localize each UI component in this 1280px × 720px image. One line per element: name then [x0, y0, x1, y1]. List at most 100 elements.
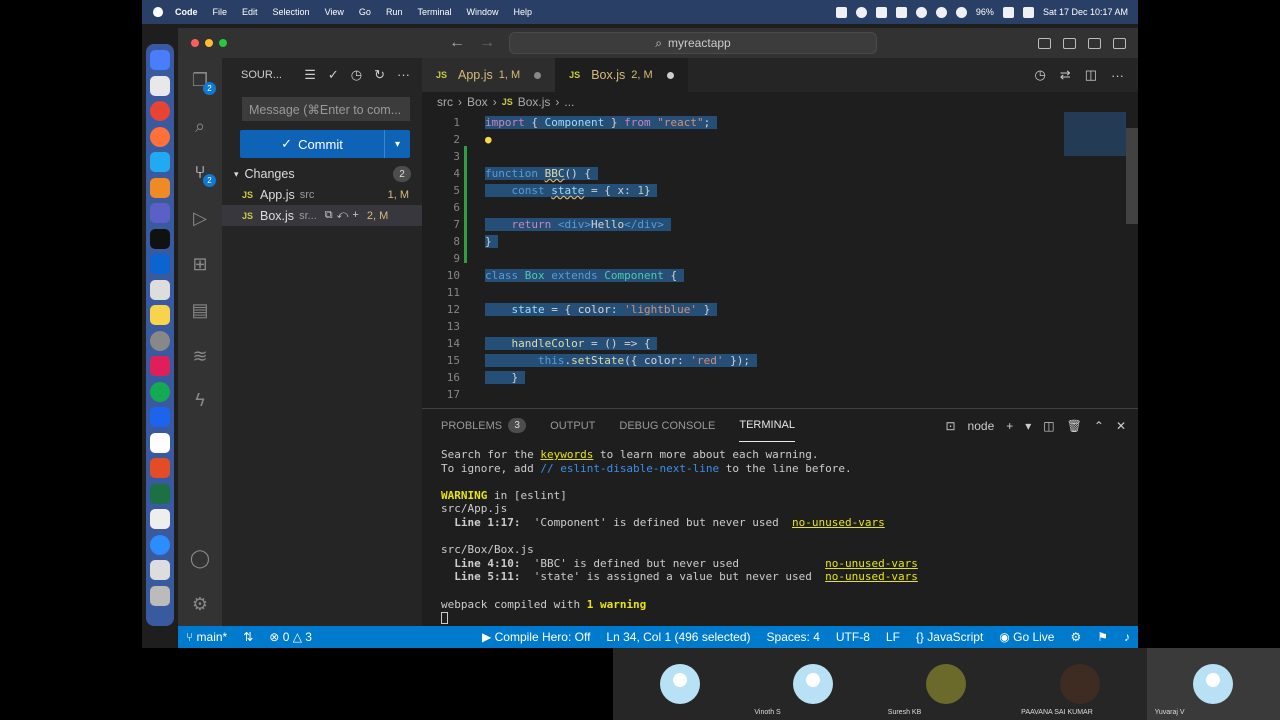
view-as-tree-icon[interactable]: ☰ [304, 67, 316, 83]
chrome-app-icon[interactable] [150, 101, 170, 121]
close-window-button[interactable] [191, 39, 199, 47]
changed-file-item[interactable]: JS App.js src 1, M [222, 184, 422, 205]
participant-tile[interactable]: Yuvaraj V [1146, 648, 1280, 720]
menu-file[interactable]: File [213, 7, 228, 17]
participant-tile[interactable]: Vinoth S [746, 648, 880, 720]
lightbulb-icon[interactable]: ● [485, 133, 492, 146]
more-actions-icon[interactable]: ··· [1111, 68, 1124, 83]
menu-selection[interactable]: Selection [273, 7, 310, 17]
editor-scrollbar[interactable] [1126, 128, 1138, 224]
tray-icon[interactable] [935, 6, 947, 18]
extensions-icon[interactable]: ⊞ [188, 252, 212, 276]
outlook-app-icon[interactable] [150, 254, 170, 274]
discard-icon[interactable]: ↶ [337, 209, 353, 221]
docker-app-icon[interactable] [150, 407, 170, 427]
new-terminal-plus-icon[interactable]: + [1006, 419, 1013, 433]
screenshot-app-icon[interactable] [150, 279, 170, 300]
tab-debug-console[interactable]: DEBUG CONSOLE [619, 409, 715, 442]
customize-layout-icon[interactable] [1113, 37, 1126, 49]
menu-help[interactable]: Help [513, 7, 532, 17]
split-terminal-icon[interactable]: ◫ [1043, 419, 1054, 433]
lightning-icon[interactable]: ϟ [188, 388, 212, 412]
tray-icon[interactable] [875, 6, 887, 18]
trash-icon[interactable]: 🗑 [1067, 419, 1082, 433]
history-icon[interactable]: ◷ [351, 67, 362, 83]
changes-section-header[interactable]: ▾ Changes 2 [222, 164, 422, 184]
source-control-icon[interactable]: ⑂ 2 [188, 160, 216, 187]
changed-file-item[interactable]: JS Box.js sr... ⧉↶+ 2, M [222, 205, 422, 226]
slack-app-icon[interactable] [150, 356, 170, 376]
commit-check-icon[interactable]: ✓ [328, 67, 339, 83]
compile-hero-status[interactable]: ▶ Compile Hero: Off [482, 630, 590, 644]
finder-app-icon[interactable] [150, 50, 170, 70]
run-debug-icon[interactable]: ▷ [188, 206, 212, 230]
cursor-position[interactable]: Ln 34, Col 1 (496 selected) [606, 630, 750, 644]
language-mode[interactable]: {} JavaScript [916, 630, 983, 644]
explorer-icon[interactable]: ❐ 2 [188, 68, 216, 95]
tab-app-js[interactable]: JS App.js 1, M [422, 58, 556, 92]
timeline-icon[interactable]: ◷ [1034, 67, 1045, 83]
menu-app-name[interactable]: Code [175, 7, 198, 17]
terminal-shell-name[interactable]: node [968, 419, 995, 433]
teams-app-icon[interactable] [150, 203, 170, 223]
notes-app-icon[interactable] [150, 305, 170, 325]
toggle-sidebar-icon[interactable] [1038, 37, 1051, 49]
maximize-panel-icon[interactable]: ⌃ [1094, 419, 1104, 433]
compare-icon[interactable]: ⇄ [1060, 67, 1071, 83]
tab-output[interactable]: OUTPUT [550, 409, 595, 442]
editor-app-icon[interactable] [150, 177, 170, 198]
vscode-app-icon[interactable] [150, 152, 170, 172]
menu-edit[interactable]: Edit [242, 7, 258, 17]
open-file-icon[interactable]: ⧉ [325, 209, 337, 221]
commit-button[interactable]: ✓ Commit [240, 130, 384, 158]
toggle-secondary-sidebar-icon[interactable] [1088, 37, 1101, 49]
back-arrow-icon[interactable]: ← [449, 34, 465, 52]
control-center-icon[interactable] [1022, 6, 1034, 18]
commit-dropdown-button[interactable]: ▾ [384, 130, 410, 158]
breadcrumb-item[interactable]: Box.js [518, 95, 551, 109]
minimap[interactable] [1064, 112, 1126, 156]
menu-window[interactable]: Window [466, 7, 498, 17]
tray-icon[interactable] [955, 6, 967, 18]
menu-run[interactable]: Run [386, 7, 403, 17]
commit-message-input[interactable]: Message (⌘Enter to com... [242, 97, 410, 121]
sync-icon[interactable]: ⇅ [243, 630, 253, 644]
settings-app-icon[interactable] [150, 330, 170, 351]
launchpad-app-icon[interactable] [150, 75, 170, 96]
forward-arrow-icon[interactable]: → [479, 34, 495, 52]
go-live-button[interactable]: ◉ Go Live [999, 630, 1054, 644]
zoom-window-button[interactable] [219, 39, 227, 47]
indentation[interactable]: Spaces: 4 [767, 630, 820, 644]
participant-tile[interactable] [613, 648, 747, 720]
wifi-icon[interactable] [1002, 6, 1014, 18]
bell-icon[interactable]: ♪ [1124, 630, 1130, 644]
toggle-panel-icon[interactable] [1063, 37, 1076, 49]
menu-go[interactable]: Go [359, 7, 371, 17]
tab-problems[interactable]: PROBLEMS 3 [441, 409, 527, 442]
breadcrumb-item[interactable]: Box [467, 95, 488, 109]
stage-plus-icon[interactable]: + [352, 209, 362, 221]
apple-icon[interactable] [153, 7, 163, 17]
tab-box-js[interactable]: JS Box.js 2, M [555, 58, 688, 92]
accounts-icon[interactable]: ⚑ [1097, 630, 1108, 644]
gear-icon[interactable]: ⚙ [188, 592, 212, 616]
api-icon[interactable]: ▤ [188, 298, 212, 322]
tray-icon[interactable] [855, 6, 867, 18]
tray-icon[interactable] [895, 6, 907, 18]
branch-indicator[interactable]: ⑂ main* [186, 630, 227, 644]
participant-tile[interactable]: Suresh KB [879, 648, 1014, 720]
feedback-icon[interactable]: ⚙ [1070, 630, 1081, 644]
file-app-icon[interactable] [150, 560, 170, 580]
volume-icon[interactable] [915, 6, 927, 18]
trash-icon[interactable] [150, 585, 170, 606]
terminal-output[interactable]: Search for the keywords to learn more ab… [441, 448, 918, 625]
menu-view[interactable]: View [325, 7, 344, 17]
code-editor[interactable]: 1 import { Component } from "react"; 2 ●… [422, 112, 1138, 408]
split-editor-icon[interactable]: ◫ [1085, 67, 1097, 83]
account-icon[interactable]: ◯ [188, 546, 212, 570]
breadcrumb-item[interactable]: ... [564, 95, 574, 109]
breadcrumb-item[interactable]: src [437, 95, 453, 109]
tray-icon[interactable] [835, 6, 847, 18]
docker-icon[interactable]: ≋ [188, 344, 212, 368]
document-app-icon[interactable] [150, 509, 170, 529]
